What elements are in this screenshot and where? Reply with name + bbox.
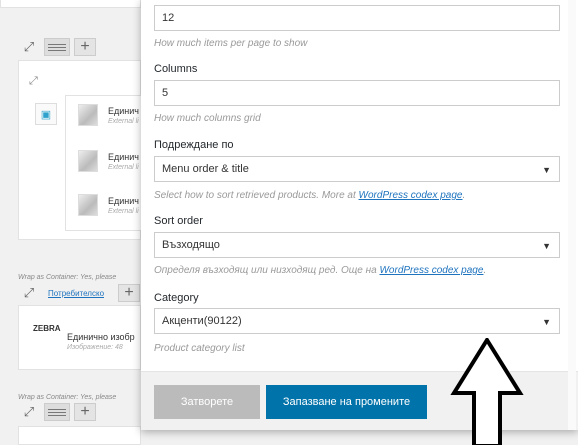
sort-order-help-text: Определя възходящ или низходящ ред. Още … [154, 265, 380, 276]
expand-icon[interactable]: ⤢ [18, 284, 40, 302]
gallery-thumbnail [78, 104, 98, 126]
order-by-label: Подреждане по [154, 139, 234, 151]
columns-label: Columns [154, 63, 198, 75]
gallery-item-title: Единич [108, 152, 139, 162]
wordpress-codex-link[interactable]: WordPress codex page [379, 265, 483, 276]
expand-icon[interactable]: ⤢ [18, 403, 40, 421]
up-arrow-annotation [450, 338, 524, 445]
row-toolbar-1: ⤢ + [18, 38, 96, 56]
row-toolbar-2: ⤢ [18, 284, 40, 302]
expand-icon[interactable]: ⤢ [29, 75, 38, 88]
close-button[interactable]: Затворете [154, 385, 260, 419]
order-by-help-text: Select how to sort retrieved products. M… [154, 190, 359, 201]
row-panel-gallery: ⤢ ▣ Единич External li Единич External l… [18, 60, 142, 240]
caret-down-icon: ▼ [542, 165, 551, 175]
order-by-select[interactable]: Menu order & title ▼ [154, 156, 560, 182]
gallery-element: Единич External li Единич External li Ед… [65, 95, 142, 231]
row-panel-top [0, 0, 141, 8]
save-changes-button[interactable]: Запазване на промените [266, 385, 427, 419]
add-plus-icon[interactable]: + [74, 38, 96, 56]
add-plus-icon[interactable]: + [118, 284, 140, 302]
order-by-help: Select how to sort retrieved products. M… [154, 190, 465, 201]
add-plus-icon[interactable]: + [74, 403, 96, 421]
gallery-thumbnail [78, 150, 98, 172]
row-panel-bottom [18, 426, 141, 445]
single-image-sub: Изображение: 48 [67, 344, 123, 351]
modal-scrollbar[interactable] [568, 0, 576, 430]
sort-order-help: Определя възходящ или низходящ ред. Още … [154, 265, 486, 276]
category-value: Акценти(90122) [162, 315, 242, 327]
caret-down-icon: ▼ [542, 317, 551, 327]
gallery-item-title: Единич [108, 106, 139, 116]
sort-order-label: Sort order [154, 215, 203, 227]
modal-body: 12 How much items per page to show Colum… [141, 0, 578, 371]
columns-input[interactable]: 5 [154, 80, 560, 106]
custom-class-link[interactable]: Потребителско [48, 289, 104, 298]
wrap-container-note: Wrap as Container: Yes, please [18, 274, 117, 281]
sort-order-value: Възходящо [162, 239, 220, 251]
per-page-help: How much items per page to show [154, 38, 308, 49]
category-help: Product category list [154, 343, 245, 354]
sort-order-help-suffix: . [483, 265, 487, 276]
row-toolbar-3: ⤢ + [18, 403, 96, 421]
menu-icon[interactable] [44, 38, 70, 56]
order-by-help-suffix: . [462, 190, 466, 201]
gallery-item-sub: External li [108, 164, 139, 171]
sort-order-select[interactable]: Възходящо ▼ [154, 232, 560, 258]
menu-icon[interactable] [44, 403, 70, 421]
category-label: Category [154, 292, 199, 304]
gallery-item-title: Единич [108, 196, 139, 206]
gallery-item-sub: External li [108, 208, 139, 215]
category-select[interactable]: Акценти(90122) ▼ [154, 308, 560, 334]
gallery-item-sub: External li [108, 118, 139, 125]
expand-icon[interactable]: ⤢ [18, 38, 40, 56]
wrap-container-note: Wrap as Container: Yes, please [18, 394, 117, 401]
columns-help: How much columns grid [154, 113, 261, 124]
wordpress-codex-link[interactable]: WordPress codex page [359, 190, 463, 201]
per-page-input[interactable]: 12 [154, 5, 560, 31]
order-by-value: Menu order & title [162, 163, 249, 175]
row-panel-single-image: ZEBRA Единично изобр Изображение: 48 [18, 305, 141, 370]
single-image-title: Единично изобр [67, 332, 135, 342]
single-image-thumbnail: ZEBRA [33, 324, 61, 350]
caret-down-icon: ▼ [542, 241, 551, 251]
gallery-thumbnail [78, 194, 98, 216]
image-gallery-icon: ▣ [35, 103, 57, 125]
